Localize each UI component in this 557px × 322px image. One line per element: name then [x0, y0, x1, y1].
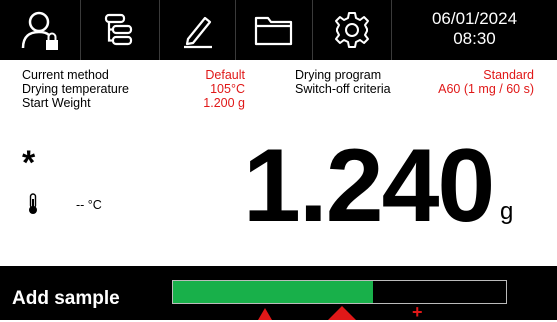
user-login-button[interactable] — [0, 0, 80, 60]
drying-program-value: Standard — [483, 68, 534, 82]
start-weight-label: Start Weight — [22, 96, 91, 110]
upper-tolerance-marker: + — [412, 302, 423, 322]
thermometer-icon — [27, 193, 39, 220]
current-method-value: Default — [205, 68, 245, 82]
user-lock-icon — [21, 11, 58, 50]
current-method-label: Current method — [22, 68, 109, 82]
drying-temperature-label: Drying temperature — [22, 82, 129, 96]
date-text: 06/01/2024 — [431, 9, 518, 28]
lower-tolerance-marker — [258, 308, 272, 320]
target-weight-marker — [328, 306, 356, 320]
weight-unit: g — [500, 198, 514, 225]
settings-gear-icon — [335, 12, 369, 48]
edit-pencil-icon — [183, 16, 212, 49]
sample-weight-progress — [172, 280, 507, 304]
drying-program-label: Drying program — [295, 68, 382, 82]
method-button[interactable] — [81, 0, 159, 60]
weight-value: 1.240 — [243, 128, 495, 244]
datetime-display: 06/01/2024 08:30 — [392, 0, 557, 60]
start-weight-value: 1.200 g — [203, 96, 245, 110]
program-values: Standard A60 (1 mg / 60 s) — [400, 68, 534, 96]
method-labels: Current method Drying temperature Start … — [22, 68, 129, 110]
method-tree-icon — [104, 13, 133, 46]
program-labels: Drying program Switch-off criteria — [295, 68, 391, 96]
folder-button[interactable] — [236, 0, 312, 60]
drying-temperature-value: 105°C — [210, 82, 245, 96]
method-values: Default 105°C 1.200 g — [175, 68, 245, 110]
stability-indicator: * — [22, 144, 36, 182]
sample-weight-progress-fill — [173, 281, 373, 303]
switch-off-criteria-label: Switch-off criteria — [295, 82, 391, 96]
settings-button[interactable] — [313, 0, 391, 60]
top-toolbar: 06/01/2024 08:30 — [0, 0, 557, 60]
temperature-readout: -- °C — [76, 198, 102, 212]
switch-off-criteria-value: A60 (1 mg / 60 s) — [438, 82, 534, 96]
time-text: 08:30 — [453, 29, 496, 48]
edit-button[interactable] — [160, 0, 235, 60]
folder-icon — [254, 16, 293, 46]
add-sample-label: Add sample — [12, 288, 120, 309]
